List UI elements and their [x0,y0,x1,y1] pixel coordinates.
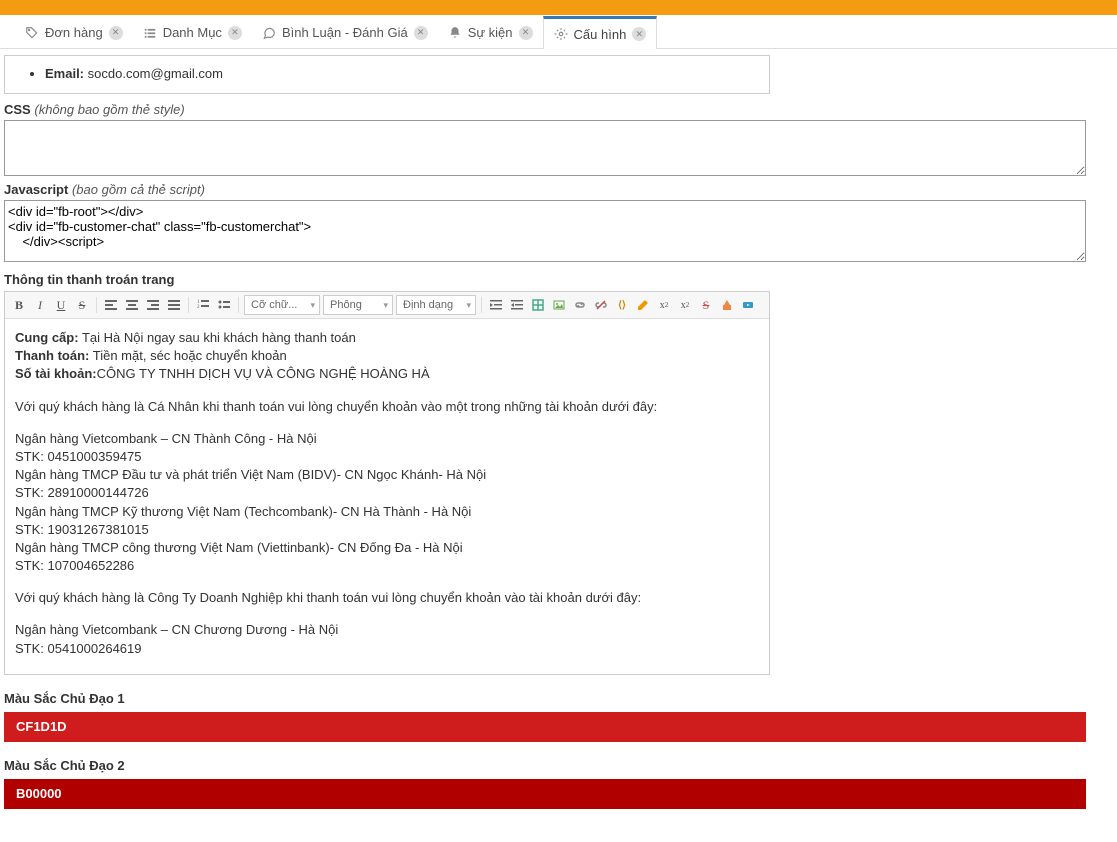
tab-label: Bình Luận - Đánh Giá [282,25,408,40]
source-button[interactable]: ⟨⟩ [613,296,631,314]
separator [96,297,97,313]
js-hint: (bao gồm cả thẻ script) [72,182,205,197]
close-icon[interactable]: ✕ [109,26,123,40]
css-textarea[interactable] [4,120,1086,176]
edit-button[interactable] [634,296,652,314]
css-label-row: CSS (không bao gồm thẻ style) [4,102,1113,117]
tab-label: Sự kiện [468,25,513,40]
email-box: Email: socdo.com@gmail.com [4,55,770,94]
outdent-button[interactable] [487,296,505,314]
bold-button[interactable]: B [10,296,28,314]
tab-label: Cấu hình [574,27,627,42]
color1-input[interactable]: CF1D1D [4,712,1086,742]
close-icon[interactable]: ✕ [228,26,242,40]
align-center-button[interactable] [123,296,141,314]
js-textarea[interactable] [4,200,1086,262]
format-select[interactable]: Định dạng [396,295,476,315]
top-bar [0,0,1117,15]
align-justify-button[interactable] [165,296,183,314]
video-button[interactable] [739,296,757,314]
tab-settings[interactable]: Cấu hình ✕ [543,16,658,49]
rich-text-editor: B I U S 12 Cỡ chữ... Phông Định dạng ⟨⟩ [4,291,770,675]
link-button[interactable] [571,296,589,314]
image-button[interactable] [550,296,568,314]
payment-title: Thông tin thanh troán trang [4,272,1113,287]
tab-comments[interactable]: Bình Luận - Đánh Giá ✕ [252,15,438,48]
tag-icon [25,26,39,40]
css-hint: (không bao gồm thẻ style) [34,102,184,117]
color2-label: Màu Sắc Chủ Đạo 2 [4,758,1113,773]
close-icon[interactable]: ✕ [632,27,646,41]
indent-button[interactable] [508,296,526,314]
font-size-select[interactable]: Cỡ chữ... [244,295,320,315]
rte-body[interactable]: Cung cấp: Tại Hà Nội ngay sau khi khách … [5,319,769,674]
list-icon [143,26,157,40]
svg-text:2: 2 [197,305,200,310]
bell-icon [448,26,462,40]
gear-icon [554,27,568,41]
js-label: Javascript [4,182,68,197]
tab-label: Đơn hàng [45,25,103,40]
subscript-button[interactable]: x2 [676,296,694,314]
ordered-list-button[interactable]: 12 [194,296,212,314]
tab-label: Danh Mục [163,25,222,40]
css-label: CSS [4,102,31,117]
js-label-row: Javascript (bao gồm cả thẻ script) [4,182,1113,197]
superscript-button[interactable]: x2 [655,296,673,314]
table-button[interactable] [529,296,547,314]
separator [481,297,482,313]
align-left-button[interactable] [102,296,120,314]
clear-format-button[interactable] [718,296,736,314]
strike2-button[interactable]: S [697,296,715,314]
email-value: socdo.com@gmail.com [88,66,223,81]
align-right-button[interactable] [144,296,162,314]
tab-strip: Đơn hàng ✕ Danh Mục ✕ Bình Luận - Đánh G… [0,15,1117,49]
tab-orders[interactable]: Đơn hàng ✕ [15,15,133,48]
rte-toolbar: B I U S 12 Cỡ chữ... Phông Định dạng ⟨⟩ [5,292,769,319]
italic-button[interactable]: I [31,296,49,314]
close-icon[interactable]: ✕ [519,26,533,40]
close-icon[interactable]: ✕ [414,26,428,40]
email-label: Email: [45,66,84,81]
unordered-list-button[interactable] [215,296,233,314]
content-area: Email: socdo.com@gmail.com CSS (không ba… [0,49,1117,839]
color1-label: Màu Sắc Chủ Đạo 1 [4,691,1113,706]
underline-button[interactable]: U [52,296,70,314]
tab-events[interactable]: Sự kiện ✕ [438,15,543,48]
unlink-button[interactable] [592,296,610,314]
color2-input[interactable]: B00000 [4,779,1086,809]
separator [238,297,239,313]
separator [188,297,189,313]
tab-categories[interactable]: Danh Mục ✕ [133,15,252,48]
font-family-select[interactable]: Phông [323,295,393,315]
strike-button[interactable]: S [73,296,91,314]
chat-icon [262,26,276,40]
